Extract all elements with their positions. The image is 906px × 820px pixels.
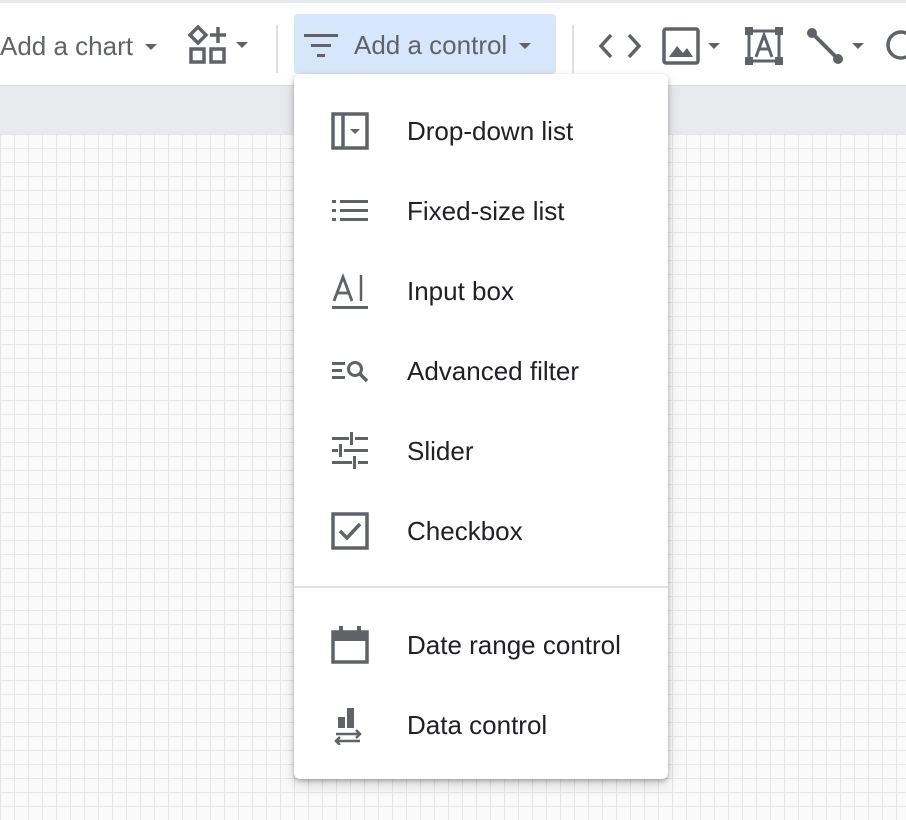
shape-icon xyxy=(886,30,906,60)
toolbar-separator xyxy=(276,25,278,73)
text-button[interactable] xyxy=(744,26,784,66)
line-icon xyxy=(807,28,843,64)
line-button[interactable] xyxy=(806,27,864,65)
add-control-button[interactable]: Add a control xyxy=(294,14,556,74)
add-chart-label: Add a chart xyxy=(0,31,133,61)
menu-item-advanced-filter[interactable]: Advanced filter xyxy=(294,331,668,411)
chevron-down-icon xyxy=(708,43,720,49)
dropdown-list-icon xyxy=(331,112,369,150)
menu-item-drop-down-list[interactable]: Drop-down list xyxy=(294,91,668,171)
list-icon xyxy=(332,200,368,221)
checkbox-icon xyxy=(331,512,369,550)
menu-item-fixed-size-list[interactable]: Fixed-size list xyxy=(294,171,668,251)
image-icon xyxy=(662,27,700,65)
menu-item-label: Slider xyxy=(407,435,474,466)
menu-item-label: Data control xyxy=(407,709,548,740)
chevron-down-icon xyxy=(519,42,532,49)
menu-item-label: Drop-down list xyxy=(407,115,574,146)
shape-button[interactable] xyxy=(884,29,906,65)
calendar-icon xyxy=(331,626,369,664)
menu-item-label: Advanced filter xyxy=(407,355,579,386)
menu-item-checkbox[interactable]: Checkbox xyxy=(294,491,668,571)
embed-code-icon xyxy=(598,33,642,59)
text-icon xyxy=(745,27,783,65)
community-visualizations-icon xyxy=(188,25,226,64)
image-button[interactable] xyxy=(662,27,720,65)
menu-item-date-range-control[interactable]: Date range control xyxy=(294,605,668,685)
community-visualizations-button[interactable] xyxy=(188,25,248,65)
chevron-down-icon xyxy=(852,43,864,49)
filter-icon xyxy=(304,33,338,57)
menu-item-label: Date range control xyxy=(407,629,621,660)
chevron-down-icon xyxy=(236,42,248,48)
menu-item-data-control[interactable]: Data control xyxy=(294,685,668,765)
chevron-down-icon xyxy=(144,43,157,50)
add-chart-button[interactable]: Add a chart xyxy=(0,31,157,62)
menu-item-label: Checkbox xyxy=(407,515,523,546)
slider-icon xyxy=(332,432,368,469)
advanced-filter-icon xyxy=(332,361,369,383)
add-control-label: Add a control xyxy=(354,30,508,60)
add-control-menu: Drop-down list Fixed-size list Input box xyxy=(294,74,668,779)
menu-item-label: Input box xyxy=(407,275,514,306)
input-box-icon xyxy=(332,273,368,309)
menu-item-input-box[interactable]: Input box xyxy=(294,251,668,331)
embed-code-button[interactable] xyxy=(598,29,642,63)
menu-item-label: Fixed-size list xyxy=(407,195,565,226)
menu-divider xyxy=(294,586,668,588)
data-control-icon xyxy=(334,708,362,745)
menu-item-slider[interactable]: Slider xyxy=(294,411,668,491)
toolbar-separator xyxy=(572,25,574,73)
